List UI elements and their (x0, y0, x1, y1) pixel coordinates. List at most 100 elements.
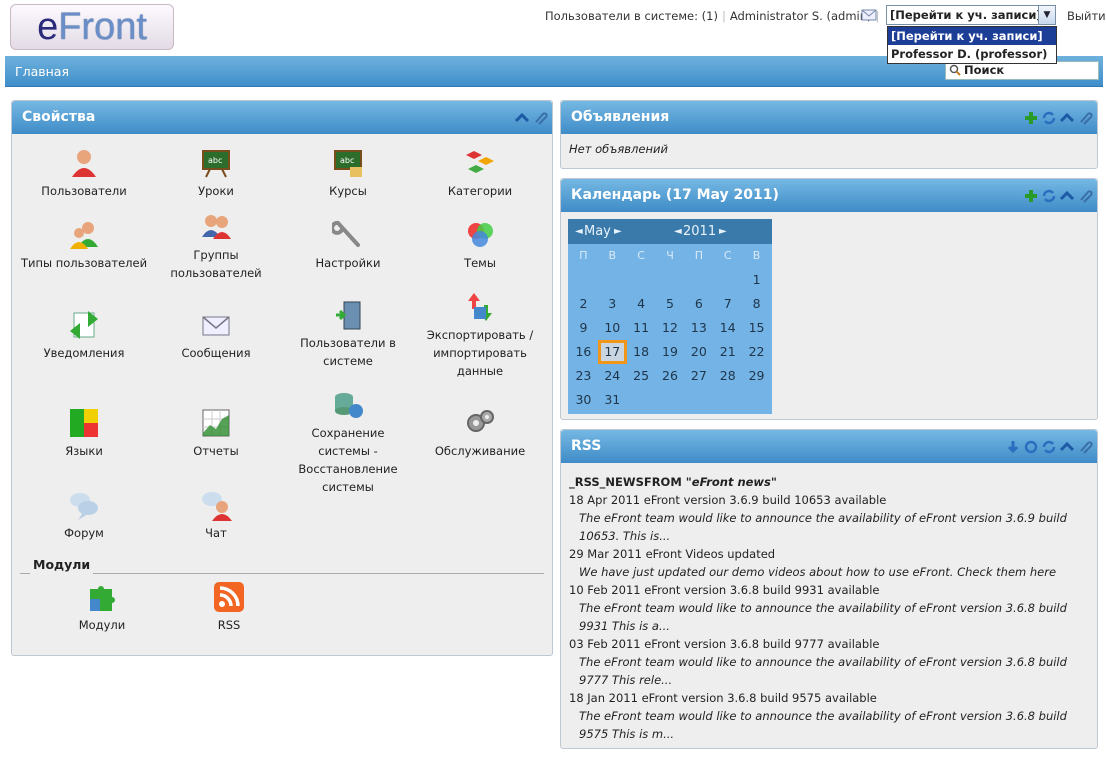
calendar-day[interactable]: 12 (656, 316, 685, 340)
prop-modules[interactable]: Модули (38, 581, 166, 634)
calendar-day[interactable]: 5 (656, 292, 685, 316)
prev-month-icon[interactable]: ◄ (575, 219, 583, 244)
gears-icon (467, 410, 494, 432)
forum-icon (70, 493, 98, 520)
weekday-label: С (637, 249, 645, 262)
add-icon[interactable] (1023, 188, 1039, 204)
online-users-link[interactable]: Пользователи в системе: (1) (545, 9, 718, 23)
next-month-icon[interactable]: ► (614, 219, 622, 244)
account-dropdown: [Перейти к уч. записи] Professor D. (pro… (887, 26, 1057, 64)
calendar-day-today[interactable]: 17 (597, 340, 627, 364)
rss-item-link[interactable]: eFront Videos updated (646, 547, 776, 561)
refresh-icon[interactable] (1041, 439, 1057, 455)
calendar-day[interactable]: 16 (569, 340, 598, 364)
next-year-icon[interactable]: ► (719, 219, 727, 244)
rss-item-link[interactable]: eFront version 3.6.8 build 9931 availabl… (644, 583, 879, 597)
calendar-day[interactable]: 13 (684, 316, 713, 340)
prop-messages[interactable]: Сообщения (152, 309, 280, 362)
calendar-day[interactable]: 2 (569, 292, 598, 316)
prop-chat[interactable]: Чат (152, 489, 280, 542)
download-icon[interactable] (1005, 439, 1021, 455)
attach-icon[interactable] (1077, 110, 1093, 126)
prop-categories[interactable]: Категории (416, 147, 544, 200)
calendar-day[interactable]: 9 (569, 316, 598, 340)
rss-item-link[interactable]: eFront version 3.6.8 build 9575 availabl… (642, 691, 877, 705)
calendar-day[interactable]: 23 (569, 364, 598, 388)
weekday-label: Ч (666, 249, 674, 262)
rss-item-date: 10 Feb 2011 (569, 583, 641, 597)
refresh-icon[interactable] (1041, 110, 1057, 126)
calendar-day[interactable]: 14 (713, 316, 742, 340)
calendar-day[interactable]: 31 (598, 388, 627, 412)
calendar-day[interactable]: 28 (713, 364, 742, 388)
chat-icon (202, 492, 232, 521)
prop-notifications[interactable]: Уведомления (20, 309, 148, 362)
categories-icon (466, 151, 494, 173)
backup-icon (335, 393, 363, 418)
logout-link[interactable]: Выйти (1067, 7, 1106, 25)
prop-courses[interactable]: abc Курсы (284, 147, 412, 200)
account-switch-select[interactable]: [Перейти к уч. записи] ▼ (886, 5, 1056, 25)
rss-feed: _RSS_NEWSFROM "eFront news" 18 Apr 2011 … (561, 463, 1097, 753)
prop-settings[interactable]: Настройки (284, 219, 412, 272)
add-icon[interactable] (1023, 110, 1039, 126)
calendar-day[interactable]: 26 (656, 364, 685, 388)
calendar-day[interactable]: 8 (742, 292, 771, 316)
calendar-day[interactable]: 27 (684, 364, 713, 388)
prop-user-groups[interactable]: Группы пользователей (152, 211, 280, 282)
attach-icon[interactable] (532, 110, 548, 126)
nav-home-link[interactable]: Главная (15, 64, 69, 79)
calendar-day[interactable]: 3 (598, 292, 627, 316)
calendar-day[interactable]: 4 (627, 292, 656, 316)
collapse-icon[interactable] (1059, 188, 1075, 204)
user-groups-icon (202, 215, 231, 239)
calendar-day[interactable]: 25 (627, 364, 656, 388)
calendar-day[interactable]: 7 (713, 292, 742, 316)
prop-themes[interactable]: Темы (416, 219, 544, 272)
prop-user-types[interactable]: Типы пользователей (20, 219, 148, 272)
prop-backup-restore[interactable]: Сохранение системы - Восстановление сист… (284, 389, 412, 496)
calendar-day[interactable]: 22 (742, 340, 771, 364)
prop-users[interactable]: Пользователи (20, 147, 148, 200)
calendar-day[interactable]: 21 (713, 340, 742, 364)
current-user-link[interactable]: Administrator S. (admin) (730, 9, 872, 23)
mail-icon[interactable] (861, 8, 877, 22)
calendar-day[interactable]: 15 (742, 316, 771, 340)
calendar-day[interactable]: 19 (656, 340, 685, 364)
prop-lessons[interactable]: abc Уроки (152, 147, 280, 200)
calendar-day[interactable]: 18 (627, 340, 656, 364)
calendar-widget: ◄ May ► ◄ 2011 ► П В С Ч П С В 1 2 3 4 5 6 7 8 9 10 11 12 1… (568, 219, 772, 414)
calendar-day[interactable]: 10 (598, 316, 627, 340)
prop-reports[interactable]: Отчеты (152, 407, 280, 460)
chevron-down-icon[interactable]: ▼ (1038, 6, 1055, 24)
collapse-icon[interactable] (1059, 110, 1075, 126)
account-option[interactable]: Professor D. (professor) (888, 45, 1056, 63)
sync-icon[interactable] (1023, 439, 1039, 455)
prop-export-import[interactable]: Экспортировать / импортировать данные (416, 291, 544, 380)
lessons-icon: abc (202, 150, 230, 178)
rss-item-link[interactable]: eFront version 3.6.9 build 10653 availab… (644, 493, 887, 507)
prop-maintenance[interactable]: Обслуживание (416, 407, 544, 460)
calendar-day[interactable]: 1 (742, 268, 771, 292)
refresh-icon[interactable] (1041, 188, 1057, 204)
rss-item-link[interactable]: eFront version 3.6.8 build 9777 availabl… (644, 637, 879, 651)
calendar-day[interactable]: 11 (627, 316, 656, 340)
collapse-icon[interactable] (514, 110, 530, 126)
prev-year-icon[interactable]: ◄ (674, 219, 682, 244)
calendar-day[interactable]: 30 (569, 388, 598, 412)
prop-forum[interactable]: Форум (20, 489, 148, 542)
attach-icon[interactable] (1077, 439, 1093, 455)
account-option[interactable]: [Перейти к уч. записи] (888, 27, 1056, 45)
prop-online-users[interactable]: Пользователи в системе (284, 299, 412, 370)
rss-item-date: 29 Mar 2011 (569, 547, 642, 561)
prop-rss[interactable]: RSS (165, 581, 293, 634)
collapse-icon[interactable] (1059, 439, 1075, 455)
prop-languages[interactable]: Языки (20, 407, 148, 460)
calendar-day[interactable]: 6 (684, 292, 713, 316)
calendar-day[interactable]: 20 (684, 340, 713, 364)
calendar-day[interactable]: 24 (598, 364, 627, 388)
calendar-empty-cell (713, 388, 742, 412)
attach-icon[interactable] (1077, 188, 1093, 204)
efront-logo[interactable]: eFront (10, 4, 174, 50)
calendar-day[interactable]: 29 (742, 364, 771, 388)
